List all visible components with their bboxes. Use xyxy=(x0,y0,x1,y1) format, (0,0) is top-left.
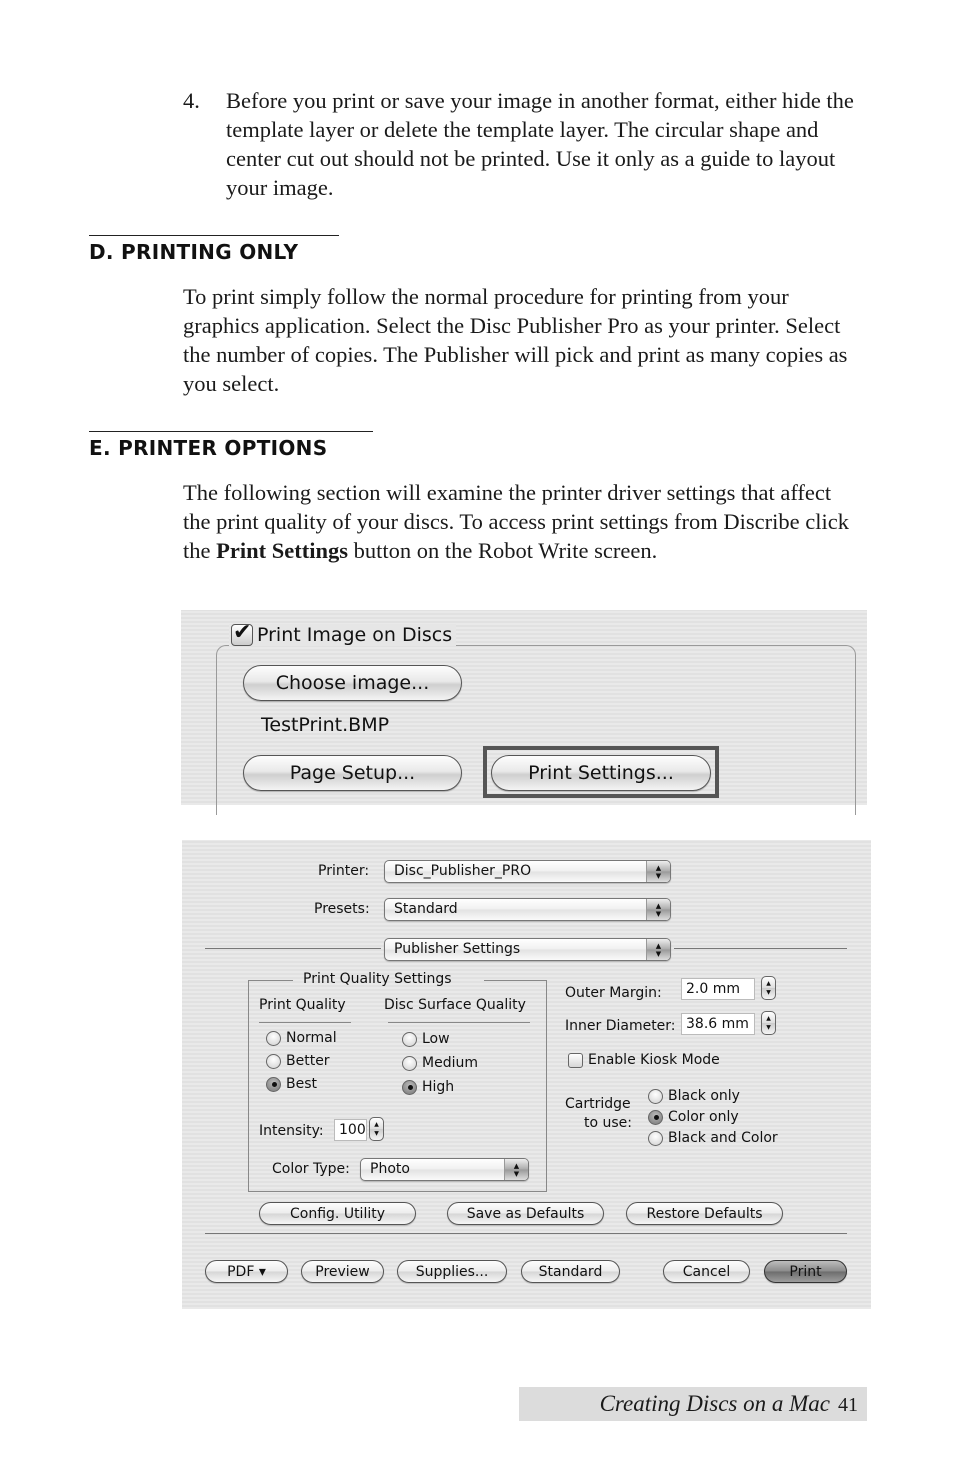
underline xyxy=(388,1022,530,1023)
radio-selected-icon xyxy=(266,1076,281,1092)
inner-diameter-stepper[interactable]: ▲ ▼ xyxy=(761,1011,776,1035)
standard-button[interactable]: Standard xyxy=(521,1260,620,1283)
popup-arrows-icon: ▲ ▼ xyxy=(646,899,670,920)
color-type-label: Color Type: xyxy=(272,1161,350,1177)
color-type-value: Photo xyxy=(370,1161,410,1177)
radio-surface-low[interactable]: Low xyxy=(402,1031,450,1047)
paragraph-bold-text: Print Settings xyxy=(216,538,348,563)
restore-defaults-button[interactable]: Restore Defaults xyxy=(626,1202,783,1225)
presets-select[interactable]: Standard ▲ ▼ xyxy=(384,898,671,921)
radio-surface-medium[interactable]: Medium xyxy=(402,1055,478,1071)
print-quality-label: Print Quality xyxy=(259,997,346,1013)
radio-icon xyxy=(266,1030,281,1046)
page-footer: Creating Discs on a Mac 41 xyxy=(519,1387,867,1421)
radio-cartridge-black-and-color[interactable]: Black and Color xyxy=(648,1130,778,1146)
radio-label: Color only xyxy=(668,1109,739,1125)
radio-label: Black only xyxy=(668,1088,740,1104)
radio-quality-normal[interactable]: Normal xyxy=(266,1030,337,1046)
supplies-button[interactable]: Supplies... xyxy=(397,1260,507,1283)
intensity-input[interactable]: 100 xyxy=(334,1119,367,1141)
selected-filename: TestPrint.BMP xyxy=(261,714,390,736)
radio-quality-better[interactable]: Better xyxy=(266,1053,330,1069)
radio-label: Black and Color xyxy=(668,1130,778,1146)
color-type-select[interactable]: Photo ▲ ▼ xyxy=(360,1158,529,1181)
screenshot-print-image-panel: Print Image on Discs Choose image... Tes… xyxy=(181,610,867,815)
surface-quality-label: Disc Surface Quality xyxy=(384,997,526,1013)
printer-label: Printer: xyxy=(318,863,370,879)
cartridge-label-2: to use: xyxy=(584,1115,633,1131)
printer-select[interactable]: Disc_Publisher_PRO ▲ ▼ xyxy=(384,860,671,883)
radio-selected-icon xyxy=(402,1079,417,1095)
section-paragraph-printer-options: The following section will examine the p… xyxy=(183,478,863,565)
print-quality-settings-title: Print Quality Settings xyxy=(303,971,452,987)
radio-cartridge-color[interactable]: Color only xyxy=(648,1109,739,1125)
pdf-menu-button[interactable]: PDF ▾ xyxy=(205,1260,288,1283)
inner-diameter-input[interactable]: 38.6 mm xyxy=(681,1013,755,1035)
presets-value: Standard xyxy=(394,901,458,917)
page-number: 41 xyxy=(838,1394,858,1416)
preview-button[interactable]: Preview xyxy=(301,1260,384,1283)
intensity-stepper[interactable]: ▲ ▼ xyxy=(369,1117,384,1141)
print-image-group-title: Print Image on Discs xyxy=(229,620,457,646)
radio-icon xyxy=(402,1031,417,1047)
inner-diameter-label: Inner Diameter: xyxy=(565,1018,676,1034)
presets-label: Presets: xyxy=(314,901,370,917)
footer-title: Creating Discs on a Mac xyxy=(599,1391,830,1416)
section-paragraph-printing-only: To print simply follow the normal proced… xyxy=(183,284,848,396)
kiosk-mode-checkbox[interactable]: Enable Kiosk Mode xyxy=(568,1052,720,1068)
screenshot-print-dialog: Printer: Disc_Publisher_PRO ▲ ▼ Presets: … xyxy=(182,840,871,1309)
print-settings-button[interactable]: Print Settings... xyxy=(491,755,711,791)
radio-quality-best[interactable]: Best xyxy=(266,1076,317,1092)
popup-arrows-icon: ▲ ▼ xyxy=(646,939,670,960)
radio-surface-high[interactable]: High xyxy=(402,1079,454,1095)
radio-label: High xyxy=(422,1079,455,1095)
divider xyxy=(205,1233,847,1234)
print-button[interactable]: Print xyxy=(764,1260,847,1283)
radio-label: Low xyxy=(422,1031,450,1047)
printer-value: Disc_Publisher_PRO xyxy=(394,863,532,879)
radio-label: Best xyxy=(286,1076,318,1092)
section-heading-printer-options: E. PRINTER OPTIONS xyxy=(89,431,373,460)
config-utility-button[interactable]: Config. Utility xyxy=(259,1202,416,1225)
section-heading-printing-only: D. PRINTING ONLY xyxy=(89,235,339,264)
popup-arrows-icon: ▲ ▼ xyxy=(504,1159,528,1180)
popup-arrows-icon: ▲ ▼ xyxy=(646,861,670,882)
radio-selected-icon xyxy=(648,1109,663,1125)
radio-cartridge-black[interactable]: Black only xyxy=(648,1088,740,1104)
print-image-checkbox[interactable] xyxy=(231,620,253,646)
save-defaults-button[interactable]: Save as Defaults xyxy=(447,1202,604,1225)
panel-value: Publisher Settings xyxy=(394,941,521,957)
outer-margin-input[interactable]: 2.0 mm xyxy=(681,978,755,1000)
radio-icon xyxy=(266,1053,281,1069)
page-setup-button[interactable]: Page Setup... xyxy=(243,755,462,791)
step-text: Before you print or save your image in a… xyxy=(226,88,854,200)
paragraph-text: button on the Robot Write screen. xyxy=(348,538,658,563)
divider xyxy=(674,948,847,949)
step-number: 4. xyxy=(183,88,200,113)
kiosk-mode-label: Enable Kiosk Mode xyxy=(588,1052,720,1068)
print-image-label: Print Image on Discs xyxy=(257,624,453,646)
outer-margin-label: Outer Margin: xyxy=(565,985,662,1001)
panel-select[interactable]: Publisher Settings ▲ ▼ xyxy=(384,938,671,961)
radio-icon xyxy=(648,1130,663,1146)
outer-margin-stepper[interactable]: ▲ ▼ xyxy=(761,976,776,1000)
cartridge-label: Cartridge xyxy=(565,1096,631,1112)
intensity-label: Intensity: xyxy=(259,1123,324,1139)
choose-image-button[interactable]: Choose image... xyxy=(243,665,462,701)
cancel-button[interactable]: Cancel xyxy=(663,1260,750,1283)
radio-icon xyxy=(648,1088,663,1104)
underline xyxy=(259,1022,351,1023)
groupbox-border xyxy=(484,980,547,981)
radio-label: Normal xyxy=(286,1030,337,1046)
divider xyxy=(205,948,381,949)
groupbox-border xyxy=(248,980,293,981)
radio-label: Medium xyxy=(422,1055,478,1071)
radio-label: Better xyxy=(286,1053,330,1069)
checkbox-icon xyxy=(568,1052,583,1068)
radio-icon xyxy=(402,1055,417,1071)
